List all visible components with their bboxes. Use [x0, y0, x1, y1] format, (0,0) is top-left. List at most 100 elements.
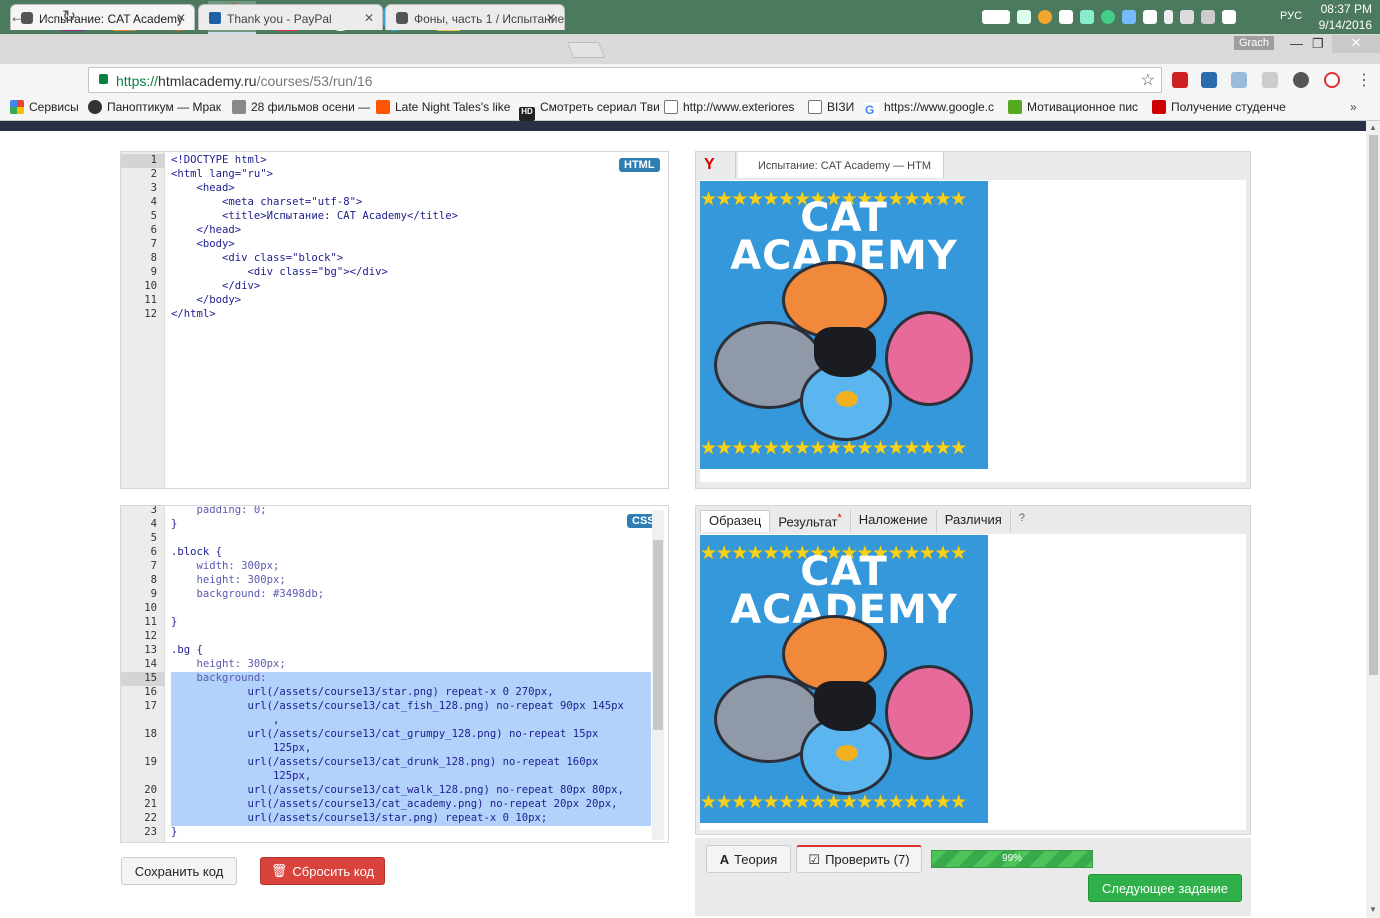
bookmark-item[interactable]: Мотивационное пис — [1008, 100, 1138, 114]
keyboard-icon[interactable] — [982, 10, 1010, 24]
line-number: 6 — [150, 224, 157, 236]
system-tray — [982, 0, 1243, 34]
progress-label: 99% — [1001, 853, 1022, 864]
code-line: 125px, — [171, 770, 312, 782]
drunk-cat — [885, 665, 973, 760]
line-number: 10 — [144, 602, 157, 614]
battery-icon[interactable] — [1164, 10, 1173, 24]
tab-result[interactable]: Результат* — [770, 510, 851, 532]
tab-sample[interactable]: Образец — [700, 510, 771, 532]
bookmark-item[interactable]: Паноптикум — Мрак — [88, 100, 221, 114]
new-tab-button[interactable] — [567, 42, 605, 58]
network-icon[interactable] — [1080, 10, 1094, 24]
save-code-button[interactable]: Сохранить код — [121, 857, 237, 885]
profile-button[interactable]: Grach — [1234, 36, 1274, 50]
line-number: 11 — [144, 294, 157, 306]
css-code-editor[interactable]: 3 padding: 0; 4} 5 6 .block {7 width: 300px;… — [120, 505, 669, 843]
download-extension-icon[interactable] — [1201, 72, 1217, 88]
bookmark-item[interactable]: Ghttps://www.google.c — [865, 100, 994, 117]
bookmark-favicon-icon — [88, 100, 102, 114]
theory-button[interactable]: A Теория — [706, 845, 791, 873]
htmlacademy-favicon-icon — [396, 12, 408, 24]
cloud-icon[interactable] — [1059, 10, 1073, 24]
bookmark-item[interactable]: ВІЗИ — [808, 100, 854, 114]
line-number: 11 — [144, 616, 157, 628]
minimize-button[interactable]: — — [1290, 36, 1303, 51]
signal-icon[interactable] — [1201, 10, 1215, 24]
page-scrollbar[interactable]: ▲ ▼ — [1366, 121, 1380, 918]
reload-icon[interactable]: ↻ — [62, 7, 76, 27]
back-arrow-icon[interactable]: ← — [9, 7, 26, 27]
clock-time: 08:37 PM — [1320, 2, 1372, 16]
chrome-tray-icon[interactable] — [1101, 10, 1115, 24]
language-indicator[interactable]: РУС — [1280, 10, 1302, 22]
compare-tabs: Образец Результат* Наложение Различия ? — [700, 510, 1033, 532]
scroll-down-icon[interactable]: ▼ — [1369, 905, 1377, 914]
forward-arrow-icon[interactable]: → — [36, 7, 53, 27]
preview-cat-image: ★★★★★★★★★★★★★★★★★ ★★★★★★★★★★★★★★★★★ CAT ACA… — [700, 181, 988, 469]
line-number: 15 — [144, 672, 157, 684]
code-line: width: 300px; — [171, 560, 280, 572]
line-number: 5 — [150, 532, 157, 544]
more-bookmarks-button[interactable]: » — [1350, 100, 1357, 114]
css-editor-scrollbar[interactable] — [652, 510, 664, 840]
maximize-button[interactable]: ❐ — [1312, 36, 1324, 52]
tab-overlay[interactable]: Наложение — [850, 510, 937, 532]
monitor-icon[interactable] — [1122, 10, 1136, 24]
bookmark-label: ВІЗИ — [827, 100, 855, 114]
drunk-cat — [885, 311, 973, 406]
tab-differences[interactable]: Различия — [936, 510, 1011, 532]
black-cat — [814, 327, 876, 377]
bookmark-item[interactable]: HD Смотреть сериал Тви — [519, 100, 660, 121]
reset-code-button[interactable]: 🗑 Сбросить код — [260, 857, 385, 885]
check-button[interactable]: ☑ Проверить (7) — [796, 845, 922, 873]
close-tab-icon[interactable]: ✕ — [364, 11, 374, 25]
code-line: } — [171, 826, 178, 838]
bookmark-item[interactable]: 28 фильмов осени — — [232, 100, 370, 114]
bookmark-services[interactable]: Сервисы — [10, 100, 79, 114]
close-tab-icon[interactable]: ✕ — [176, 11, 186, 25]
extension-icon[interactable] — [1231, 72, 1247, 88]
tab-title: Испытание: CAT Academy — [39, 12, 184, 26]
close-window-button[interactable]: ✕ — [1332, 35, 1380, 53]
page-icon — [808, 100, 822, 114]
scrollbar-thumb[interactable] — [1369, 135, 1378, 675]
windows-tray-icon[interactable] — [1143, 10, 1157, 24]
bookmark-item[interactable]: http://www.exteriores — [664, 100, 794, 114]
line-number: 12 — [144, 308, 157, 320]
lock-icon — [99, 74, 108, 84]
line-number: 9 — [150, 266, 157, 278]
hd-icon: HD — [519, 107, 535, 121]
close-tab-icon[interactable]: ✕ — [546, 11, 556, 25]
extension-icon[interactable] — [1324, 72, 1340, 88]
bookmark-star-icon[interactable]: ☆ — [1141, 70, 1155, 90]
css-editor-scroll-thumb[interactable] — [653, 540, 663, 730]
line-number: 22 — [144, 812, 157, 824]
line-number: 2 — [150, 168, 157, 180]
ublock-extension-icon[interactable] — [1172, 72, 1188, 88]
code-line: .block { — [171, 546, 223, 558]
url-scheme: https:// — [116, 73, 159, 89]
html-code-editor[interactable]: 1 <!DOCTYPE html> 2 <html lang="ru"> 3 <head… — [120, 151, 669, 489]
bookmark-item[interactable]: Получение студенче — [1152, 100, 1286, 114]
wifi-icon[interactable] — [1017, 10, 1031, 24]
address-bar[interactable]: https://htmlacademy.ru/courses/53/run/16… — [88, 67, 1162, 93]
volume-icon[interactable] — [1180, 10, 1194, 24]
next-task-button[interactable]: Следующее задание — [1088, 874, 1242, 902]
help-button[interactable]: ? — [1010, 510, 1033, 532]
system-clock[interactable]: 08:37 PM 9/14/2016 — [1319, 1, 1372, 33]
avast-icon[interactable] — [1038, 10, 1052, 24]
bookmark-item[interactable]: Late Night Tales's like — [376, 100, 510, 114]
line-number: 13 — [144, 644, 157, 656]
tab-paypal[interactable]: Thank you - PayPal ✕ — [198, 4, 383, 30]
line-number: 3 — [150, 505, 157, 516]
chrome-menu-icon[interactable]: ⋮ — [1356, 70, 1372, 90]
code-line: <!DOCTYPE html> — [171, 154, 267, 166]
scroll-up-icon[interactable]: ▲ — [1369, 123, 1377, 132]
extension-icon[interactable] — [1262, 72, 1278, 88]
extension-icon[interactable] — [1293, 72, 1309, 88]
url-path: /courses/53/run/16 — [256, 73, 373, 89]
code-line: </body> — [171, 294, 242, 306]
flag-icon[interactable] — [1222, 10, 1236, 24]
tab-backgrounds[interactable]: Фоны, часть 1 / Испытание ✕ — [385, 4, 565, 30]
